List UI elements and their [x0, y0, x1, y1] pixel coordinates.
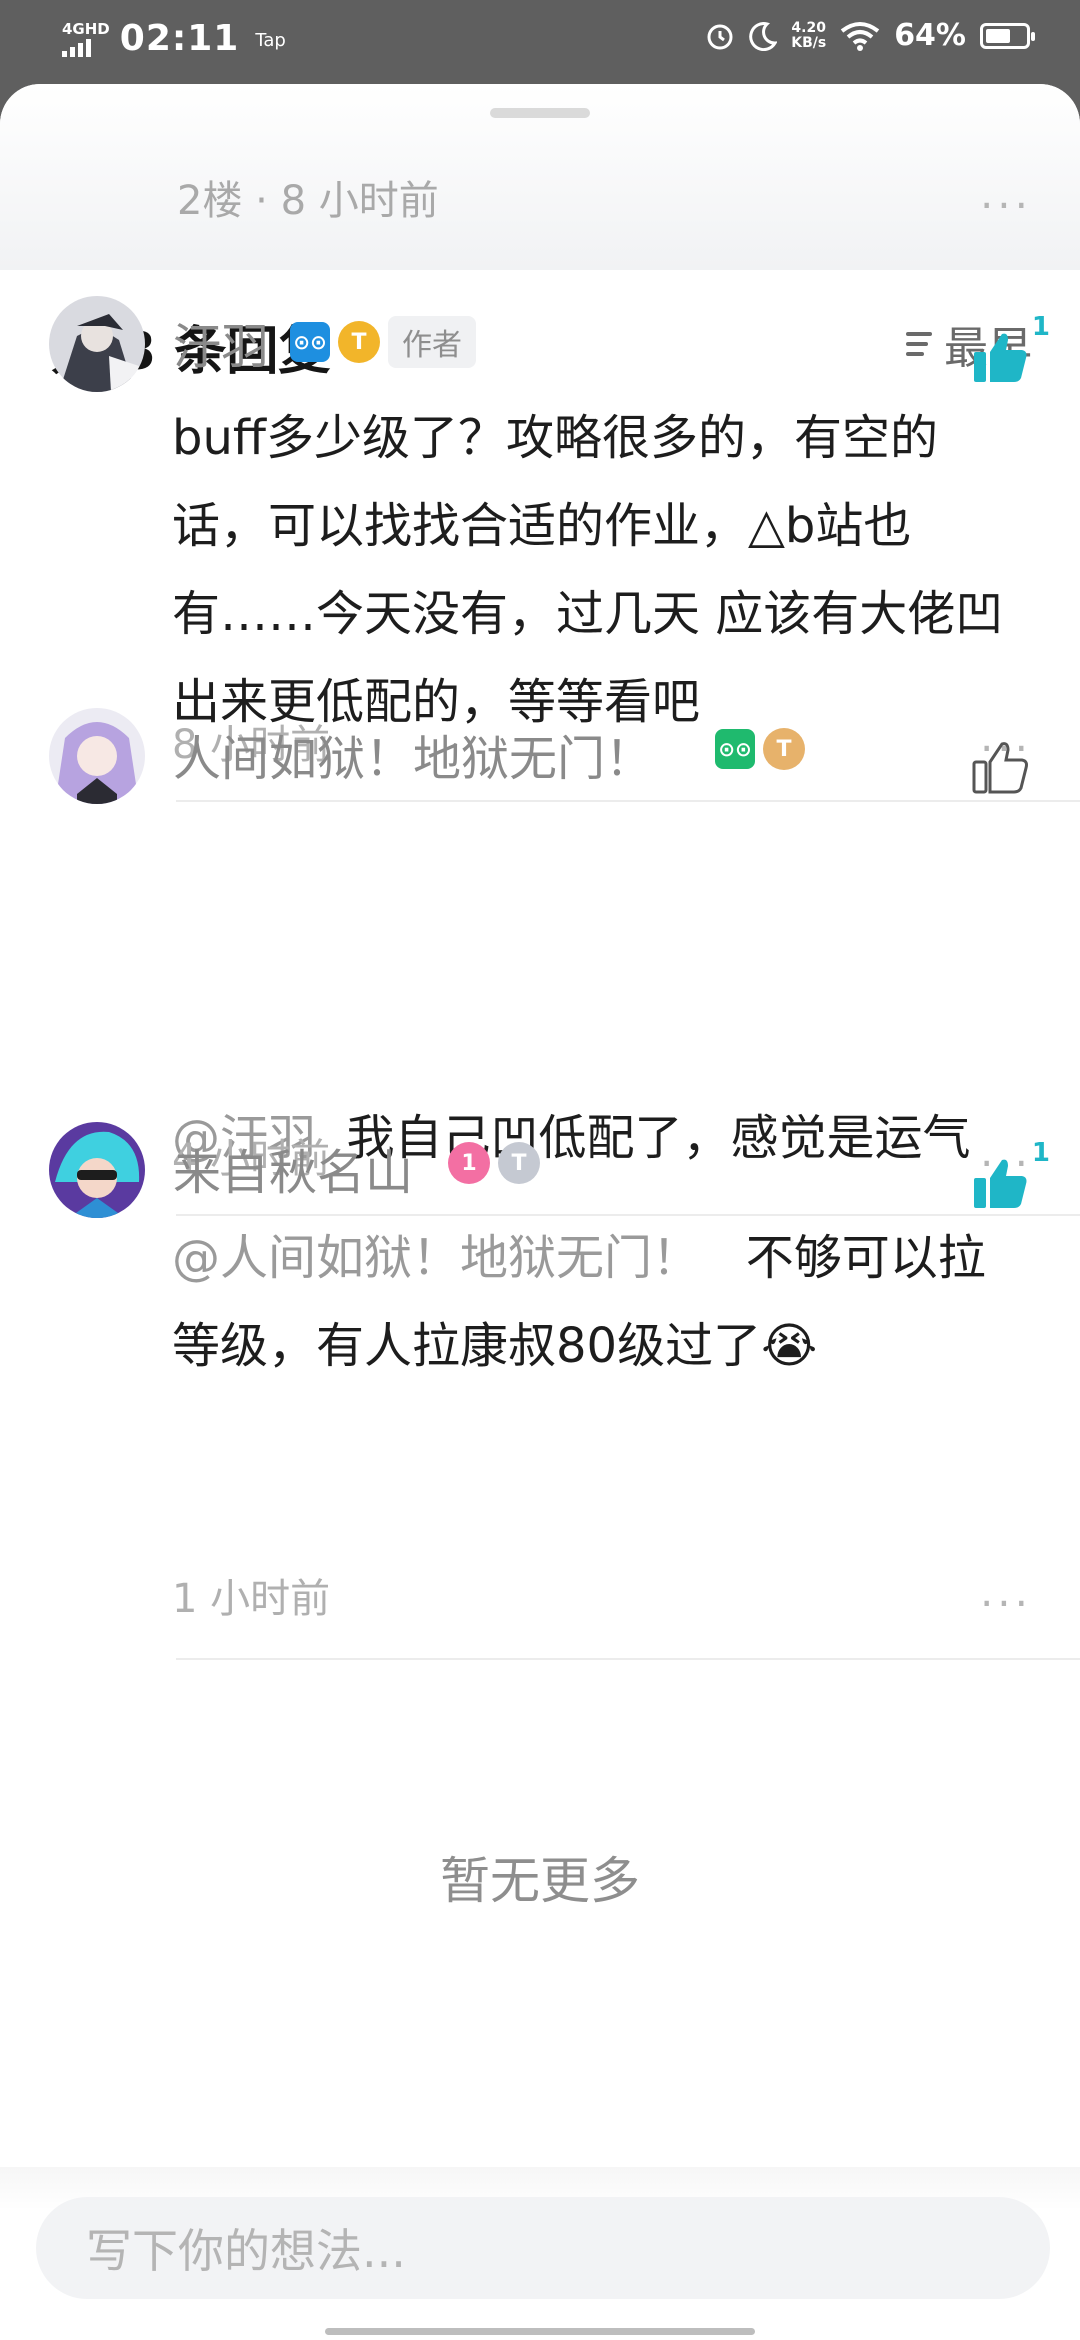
drag-handle[interactable] — [490, 108, 590, 118]
comment-mention[interactable]: @人间如狱！地狱无门！ — [172, 1230, 700, 1286]
like-count: 1 — [1031, 1138, 1050, 1168]
network-type: 4GHD — [62, 19, 110, 38]
sort-icon — [906, 332, 932, 356]
comment-more-icon[interactable]: ··· — [980, 1583, 1032, 1625]
tap-indicator: Tap — [255, 30, 286, 51]
comment-username[interactable]: 人间如狱！地狱无门！ — [173, 719, 653, 789]
crying-emoji: 😭 — [761, 1318, 818, 1374]
status-bar: 4GHD 02:11 Tap 4.20 KB/s 64% — [0, 0, 1080, 84]
like-button[interactable] — [970, 330, 1040, 390]
like-count: 1 — [1031, 312, 1050, 342]
user-badges: ⊙⊙ T — [715, 728, 805, 770]
rank-badge-icon: 1 — [448, 1142, 490, 1184]
reply-input[interactable]: 写下你的想法... — [36, 2197, 1050, 2299]
floor-more-icon[interactable]: ··· — [980, 185, 1032, 227]
network-speed: 4.20 KB/s — [791, 19, 827, 51]
level-badge-icon: T — [498, 1142, 540, 1184]
alarm-icon — [707, 24, 733, 49]
thumbs-up-icon — [972, 742, 1028, 794]
thumbs-up-icon — [974, 333, 1027, 382]
comment-text: buff多少级了？攻略很多的，有空的话，可以找找合适的作业，△b站也有……今天没… — [172, 410, 1004, 730]
thumbs-up-icon — [974, 1159, 1027, 1208]
author-tag: 作者 — [388, 316, 476, 368]
moon-icon — [749, 21, 778, 51]
level-badge-icon: T — [338, 321, 380, 363]
game-badge-icon: ⊙⊙ — [290, 322, 330, 362]
like-button[interactable] — [970, 740, 1040, 800]
comment-content: @人间如狱！地狱无门！ 不够可以拉等级，有人拉康叔80级过了😭 — [172, 1214, 1017, 1390]
like-button[interactable] — [970, 1156, 1040, 1216]
avatar[interactable] — [49, 1122, 145, 1218]
floor-meta: 2楼 · 8 小时前 — [177, 178, 439, 224]
user-badges: ⊙⊙ T 作者 — [290, 316, 476, 368]
no-more-label: 暂无更多 — [440, 1852, 640, 1910]
reply-sheet: 2楼 · 8 小时前 ··· 共 3 条回复 最早 汙羽 ⊙⊙ T 作者 1 b… — [0, 84, 1080, 2340]
home-indicator — [325, 2328, 755, 2335]
signal-icon: 4GHD — [62, 21, 110, 57]
battery-percent: 64% — [894, 18, 966, 53]
clock: 02:11 — [119, 18, 240, 59]
user-badges: 1 T — [448, 1142, 540, 1184]
game-badge-icon: ⊙⊙ — [715, 729, 755, 769]
battery-icon — [980, 22, 1035, 49]
comment-username[interactable]: 汙羽 — [173, 307, 269, 377]
comment-username[interactable]: 来自秋名山 — [173, 1133, 413, 1203]
level-badge-icon: T — [763, 728, 805, 770]
battery-level — [986, 28, 1010, 43]
divider — [176, 1658, 1080, 1660]
comment-text: 我自己凹低配了，感觉是运气 — [346, 1110, 971, 1166]
comment-time: 1 小时前 — [172, 1576, 331, 1622]
divider — [176, 800, 1080, 802]
avatar[interactable] — [49, 296, 145, 392]
wifi-icon — [840, 21, 880, 51]
avatar[interactable] — [49, 708, 145, 804]
